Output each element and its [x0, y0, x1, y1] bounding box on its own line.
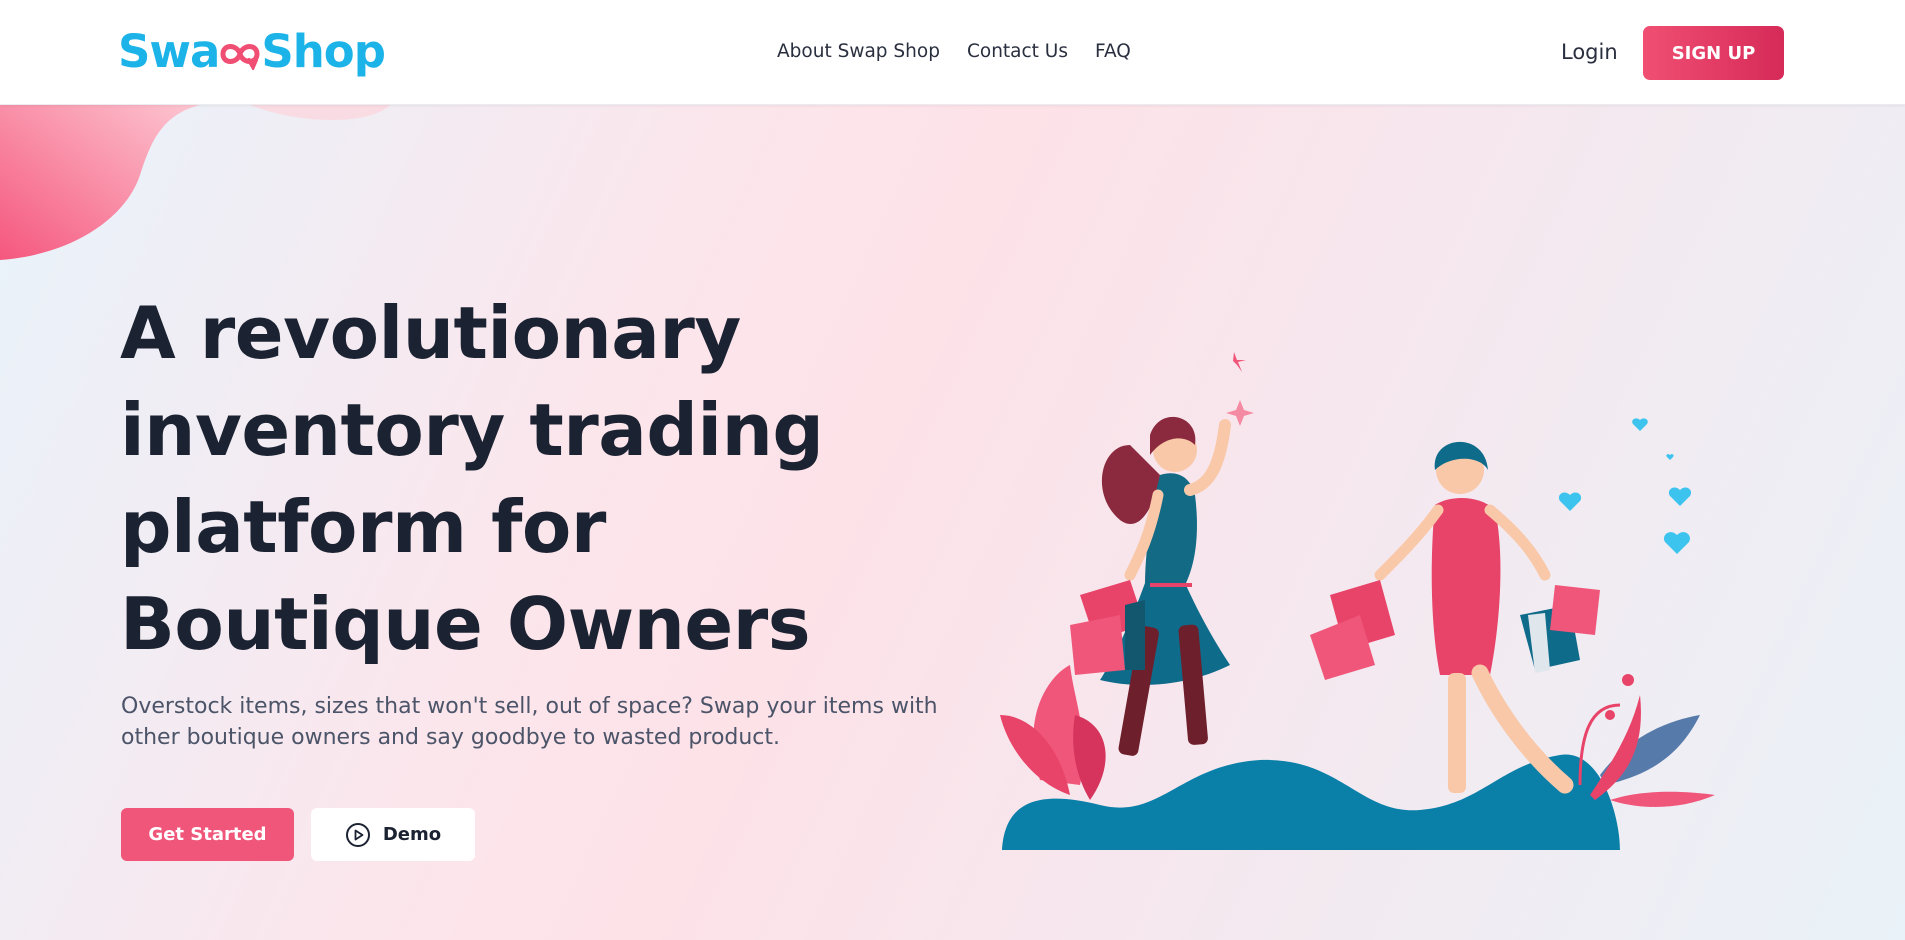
swapshop-logo[interactable]: Swa Shop: [118, 24, 386, 80]
headline-line: inventory trading: [120, 388, 824, 472]
nav-faq[interactable]: FAQ: [1095, 40, 1131, 64]
hero-subtext: Overstock items, sizes that won't sell, …: [121, 694, 938, 750]
site-header: Swa Shop About Swap Shop Contact Us FAQ …: [0, 0, 1905, 105]
headline-line: A revolutionary: [120, 291, 741, 375]
shopping-bags-icon: [1310, 580, 1395, 680]
shopping-bags-icon: [1070, 580, 1145, 675]
decorative-blob: [0, 105, 390, 260]
shopping-bags-icon: [1520, 585, 1600, 673]
get-started-button[interactable]: Get Started: [121, 808, 294, 861]
hero-section: A revolutionary inventory trading platfo…: [0, 105, 1905, 940]
main-nav: About Swap Shop Contact Us FAQ: [777, 40, 1131, 64]
demo-label: Demo: [382, 824, 442, 845]
hero-headline: A revolutionary inventory trading platfo…: [120, 285, 880, 673]
headline-line: platform for: [120, 485, 606, 569]
nav-about[interactable]: About Swap Shop: [777, 40, 940, 64]
nav-contact[interactable]: Contact Us: [967, 40, 1068, 64]
signup-button[interactable]: SIGN UP: [1643, 26, 1784, 80]
infinity-icon: [220, 44, 260, 70]
sparkle-small-icon: [1233, 352, 1246, 372]
plant-left-icon: [1000, 665, 1106, 800]
play-circle-icon: [345, 822, 370, 847]
login-link[interactable]: Login: [1561, 38, 1618, 66]
plant-right-icon: [1578, 674, 1715, 807]
demo-button[interactable]: Demo: [311, 808, 475, 861]
logo-text-shop: Shop: [261, 25, 386, 78]
headline-line: Boutique Owners: [120, 582, 811, 666]
shopping-women-illustration: [1000, 352, 1715, 850]
logo-text-swap: Swa: [118, 25, 220, 78]
